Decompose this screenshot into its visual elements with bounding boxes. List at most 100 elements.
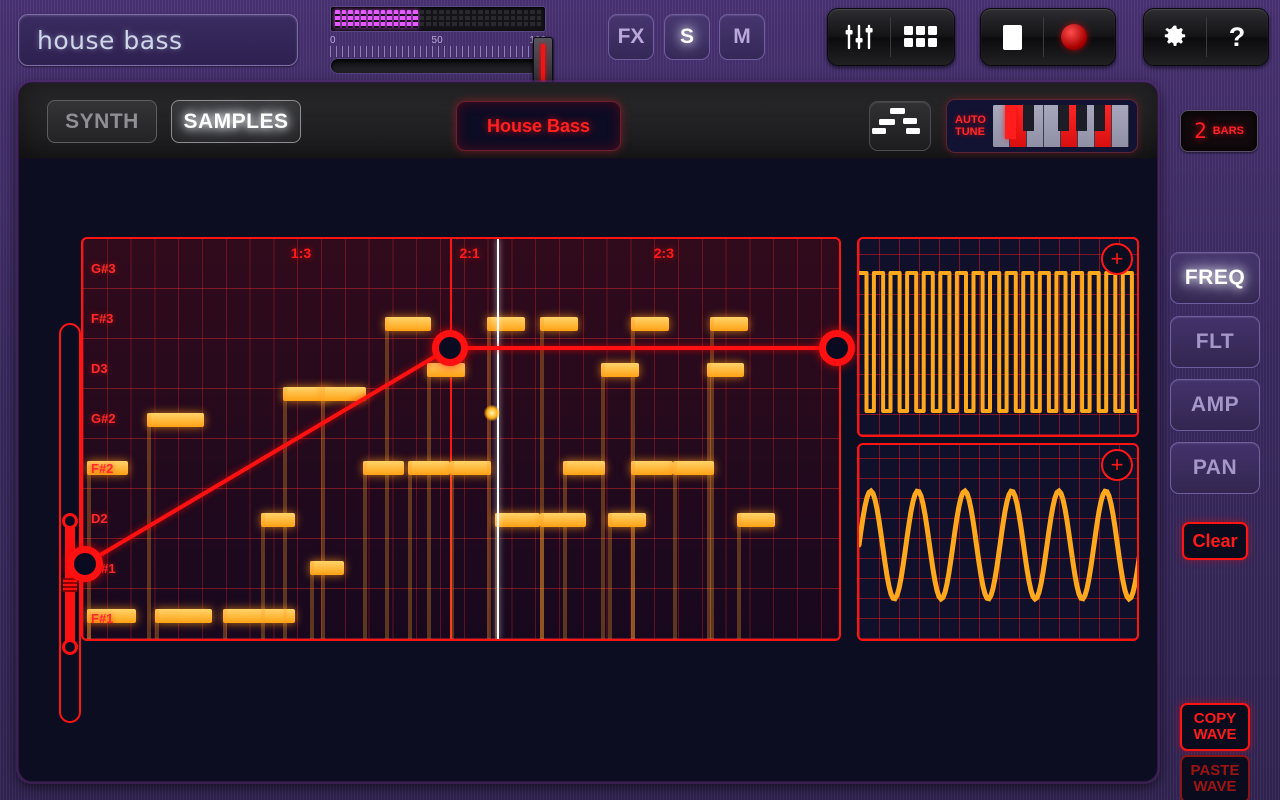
automation-node[interactable] xyxy=(66,546,103,583)
piano-roll-canvas[interactable]: G#3 F#3 D3 G#2 F#2 D2 G#1 F#1 1:3 2:1 2:3 xyxy=(81,237,841,641)
automation-node[interactable] xyxy=(431,330,468,367)
bars-unit: BARS xyxy=(1212,125,1244,137)
clear-button[interactable]: Clear xyxy=(1182,522,1248,560)
automation-node[interactable] xyxy=(819,330,856,367)
square-wave-display[interactable]: + xyxy=(857,237,1139,437)
settings-button[interactable] xyxy=(1144,9,1206,65)
tab-samples[interactable]: SAMPLES xyxy=(171,100,301,143)
pattern-button[interactable] xyxy=(869,101,931,151)
preset-name-text: House Bass xyxy=(486,115,591,136)
paste-wave-button[interactable]: PASTE WAVE xyxy=(1180,755,1250,800)
piano-roll-note[interactable] xyxy=(147,413,204,427)
question-icon: ? xyxy=(1228,21,1246,52)
piano-roll-note[interactable] xyxy=(563,461,605,475)
fx-button[interactable]: FX xyxy=(608,14,654,60)
autotune-black-key[interactable] xyxy=(1058,105,1070,131)
stop-button[interactable] xyxy=(981,9,1043,65)
bar-label-2-1: 2:1 xyxy=(459,245,480,261)
piano-roll-note-label: F#1 xyxy=(91,611,114,626)
tab-synth-label: SYNTH xyxy=(65,109,139,133)
piano-roll-note-stem xyxy=(631,461,636,639)
autotune-black-key[interactable] xyxy=(1005,105,1017,139)
bars-display[interactable]: 2 BARS xyxy=(1180,110,1258,152)
mod-target-amp[interactable]: AMP xyxy=(1170,379,1260,431)
piano-roll-note[interactable] xyxy=(449,461,492,475)
autotune-line2: TUNE xyxy=(955,126,985,138)
vu-segment xyxy=(530,10,535,28)
autotune-black-key[interactable] xyxy=(1022,105,1034,131)
piano-roll-note[interactable] xyxy=(495,513,541,527)
piano-roll-note[interactable] xyxy=(736,513,775,527)
paste-wave-line2: WAVE xyxy=(1193,778,1237,795)
piano-roll-note[interactable] xyxy=(540,513,586,527)
mute-button[interactable]: M xyxy=(719,14,765,60)
vu-segment xyxy=(471,10,476,28)
mod-target-pan[interactable]: PAN xyxy=(1170,442,1260,494)
sine-wave-display[interactable]: + xyxy=(857,443,1139,641)
vu-segment xyxy=(432,10,437,28)
piano-roll-note[interactable] xyxy=(631,461,673,475)
vu-segment xyxy=(374,10,379,28)
piano-roll-note[interactable] xyxy=(385,317,431,331)
volume-slider[interactable] xyxy=(330,37,553,91)
vu-segment xyxy=(413,10,418,28)
record-button[interactable] xyxy=(1043,9,1105,65)
transport-button-group xyxy=(980,8,1116,66)
volume-section: 0 50 100 xyxy=(330,6,553,91)
piano-roll-note[interactable] xyxy=(540,317,579,331)
add-sine-wave-button[interactable]: + xyxy=(1101,449,1133,481)
vu-segment xyxy=(445,10,450,28)
copy-wave-button[interactable]: COPY WAVE xyxy=(1180,703,1250,751)
mod-target-pan-label: PAN xyxy=(1192,456,1238,479)
piano-roll-note[interactable] xyxy=(309,561,344,575)
range-slider-handle-top[interactable] xyxy=(62,513,78,529)
piano-roll-note[interactable] xyxy=(362,461,405,475)
mod-target-freq[interactable]: FREQ xyxy=(1170,252,1260,304)
autotune-white-key[interactable] xyxy=(1111,105,1129,147)
vu-segment xyxy=(367,10,372,28)
instrument-name-field[interactable]: house bass xyxy=(18,14,298,66)
piano-roll-note[interactable] xyxy=(706,363,745,377)
piano-roll-note-stem xyxy=(222,609,227,639)
piano-roll-note[interactable] xyxy=(487,317,526,331)
piano-roll-note-label: F#3 xyxy=(91,311,114,326)
playhead[interactable] xyxy=(497,239,500,639)
vu-segment xyxy=(510,10,515,28)
piano-roll-note[interactable] xyxy=(710,317,749,331)
piano-roll-note-label: D2 xyxy=(91,511,108,526)
autotune-control[interactable]: AUTO TUNE xyxy=(946,99,1138,153)
piano-roll-note[interactable] xyxy=(608,513,647,527)
automation-line[interactable] xyxy=(449,346,838,351)
piano-roll-note[interactable] xyxy=(154,609,212,623)
stop-icon xyxy=(1002,24,1022,50)
velocity-range-slider[interactable] xyxy=(59,323,81,723)
add-square-wave-button[interactable]: + xyxy=(1101,243,1133,275)
preset-name-display[interactable]: House Bass xyxy=(456,101,621,151)
tab-synth[interactable]: SYNTH xyxy=(47,100,157,143)
piano-roll-note-stem xyxy=(385,317,390,639)
sliders-icon xyxy=(845,24,873,50)
mod-target-flt[interactable]: FLT xyxy=(1170,316,1260,368)
piano-roll-note[interactable] xyxy=(672,461,715,475)
mod-target-flt-label: FLT xyxy=(1195,330,1235,353)
autotune-black-key[interactable] xyxy=(1093,105,1105,131)
vu-segment xyxy=(517,10,522,28)
piano-roll-note[interactable] xyxy=(600,363,639,377)
piano-roll-note[interactable] xyxy=(260,513,295,527)
piano-roll-note[interactable] xyxy=(408,461,450,475)
range-slider-grip[interactable] xyxy=(63,578,77,592)
mod-target-freq-label: FREQ xyxy=(1184,266,1246,289)
piano-roll[interactable]: G#3 F#3 D3 G#2 F#2 D2 G#1 F#1 1:3 2:1 2:3 xyxy=(66,237,856,641)
piano-roll-note-stem xyxy=(563,461,568,639)
piano-roll-note[interactable] xyxy=(631,317,669,331)
autotune-keyboard[interactable] xyxy=(992,105,1129,147)
piano-roll-note-stem xyxy=(736,513,741,639)
help-button[interactable]: ? xyxy=(1206,9,1268,65)
piano-roll-note-stem xyxy=(309,561,314,639)
solo-button[interactable]: S xyxy=(664,14,710,60)
range-slider-handle-bottom[interactable] xyxy=(62,639,78,655)
top-toolbar: house bass 0 50 100 FX S M xyxy=(0,0,1280,91)
mixer-view-button[interactable] xyxy=(828,9,890,65)
autotune-black-key[interactable] xyxy=(1076,105,1088,131)
grid-view-button[interactable] xyxy=(890,9,952,65)
